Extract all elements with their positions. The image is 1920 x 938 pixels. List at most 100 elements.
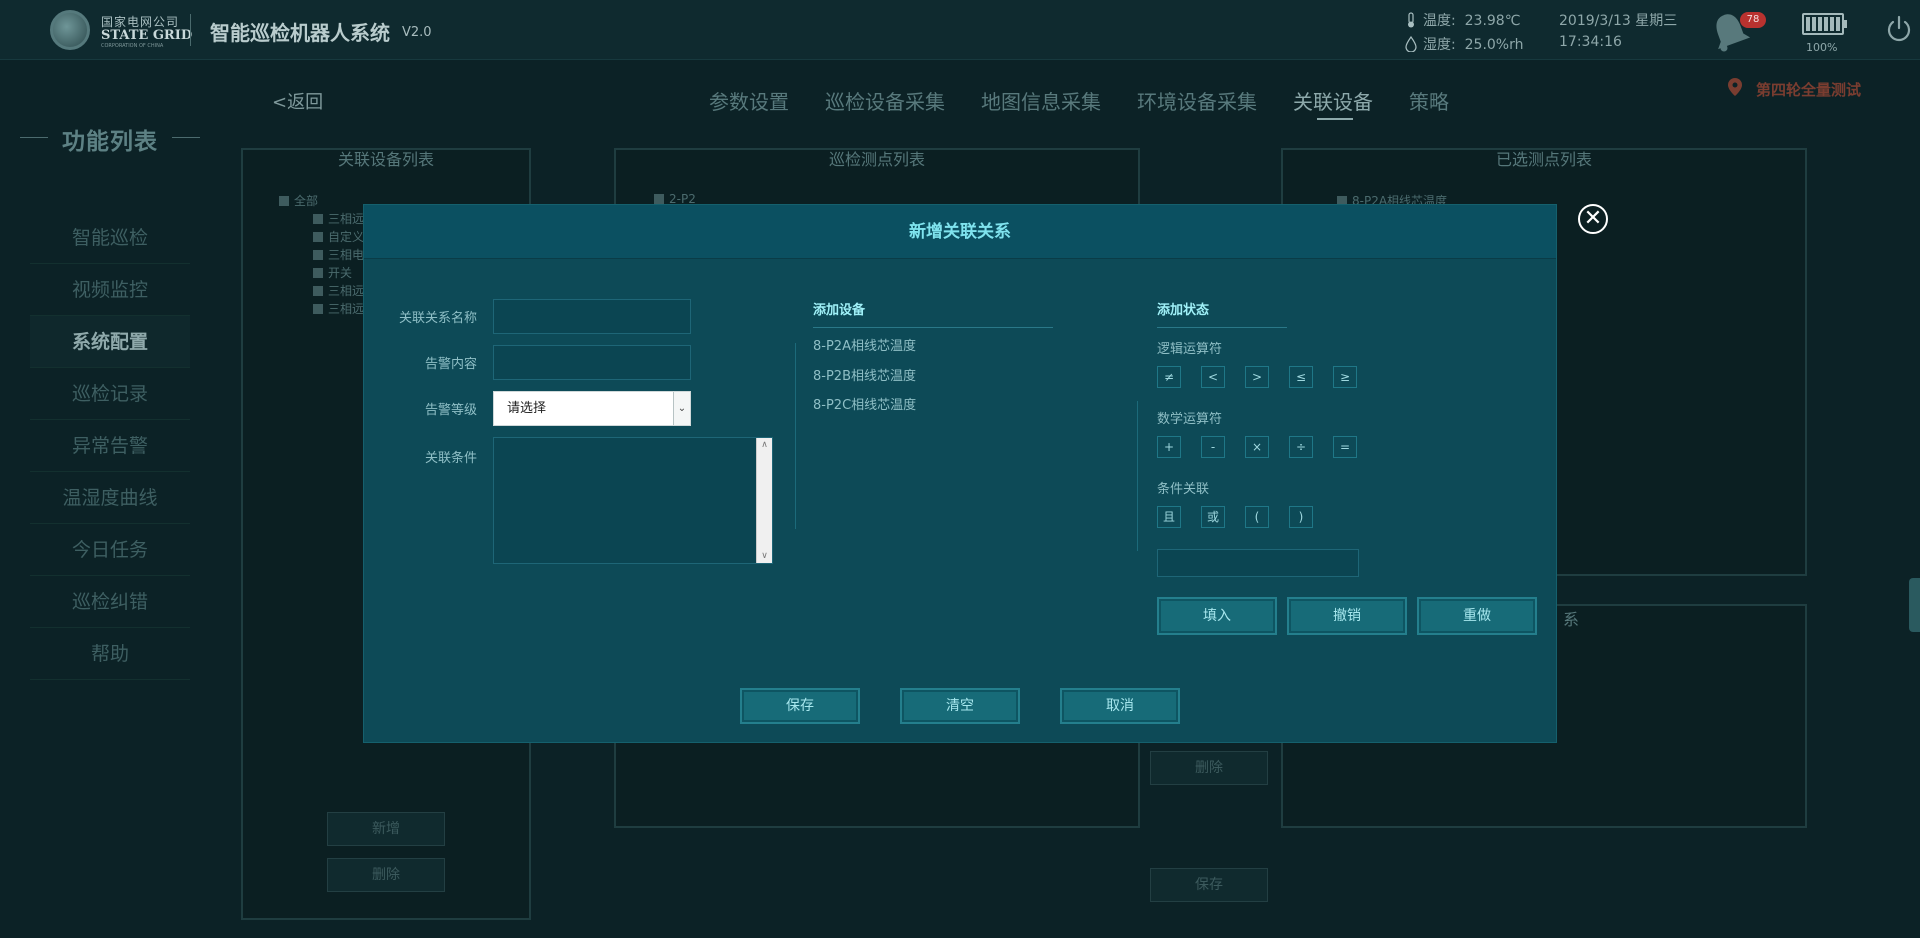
op-multiply-button[interactable]: ×	[1245, 436, 1269, 458]
alarm-content-label: 告警内容	[424, 357, 477, 372]
alarm-content-input[interactable]	[493, 345, 691, 380]
tree-root-label: 全部	[294, 194, 319, 208]
mid-save-button[interactable]: 保存	[1150, 868, 1268, 902]
op-right-paren-button[interactable]: )	[1289, 506, 1313, 528]
undo-button[interactable]: 撤销	[1287, 597, 1407, 635]
side-handle[interactable]	[1909, 578, 1920, 632]
tree-child[interactable]: 开关	[313, 264, 352, 281]
delete-button[interactable]: 删除	[327, 858, 445, 892]
op-plus-button[interactable]: +	[1157, 436, 1181, 458]
panel-title-inspection-points: 巡检测点列表	[828, 150, 925, 169]
op-or-button[interactable]: 或	[1201, 506, 1225, 528]
tree-child-label: 三相远	[328, 212, 365, 226]
battery-percent: 100%	[1806, 41, 1838, 54]
device-item[interactable]: 8-P2B相线芯温度	[813, 365, 916, 384]
math-operator-label: 数学运算符	[1157, 412, 1223, 427]
sidebar-item-inspection-records[interactable]: 巡检记录	[30, 368, 190, 420]
add-device-title: 添加设备	[813, 303, 866, 318]
temperature-label: 温度:	[1423, 13, 1456, 29]
op-less-than-button[interactable]: <	[1201, 366, 1225, 388]
alarm-level-selected: 请选择	[507, 401, 547, 416]
clear-button[interactable]: 清空	[900, 688, 1020, 724]
relation-name-label: 关联关系名称	[398, 311, 477, 326]
logo-sub-text: CORPORATION OF CHINA	[101, 43, 164, 49]
sidebar-item-temp-humidity-curve[interactable]: 温湿度曲线	[30, 472, 190, 524]
logo-en-text: STATE GRID	[101, 28, 193, 43]
date-text: 2019/3/13 星期三	[1559, 13, 1678, 29]
dialog-title: 新增关联关系	[909, 222, 1011, 242]
op-greater-than-button[interactable]: >	[1245, 366, 1269, 388]
tree-child[interactable]: 三相远	[313, 300, 364, 317]
tree-child[interactable]: 三相远	[313, 210, 364, 227]
tree-child-label: 开关	[328, 266, 353, 280]
tab-param-settings[interactable]: 参数设置	[709, 86, 789, 115]
sidebar-item-inspection-correction[interactable]: 巡检纠错	[30, 576, 190, 628]
tree-child-label: 三相远	[328, 284, 365, 298]
cancel-button[interactable]: 取消	[1060, 688, 1180, 724]
add-device-divider	[813, 327, 1053, 328]
mid-delete-button[interactable]: 删除	[1150, 751, 1268, 785]
tab-env-device-collect[interactable]: 环境设备采集	[1137, 86, 1257, 115]
sidebar-item-video-monitor[interactable]: 视频监控	[30, 264, 190, 316]
condition-textarea[interactable]: ∧ ∨	[493, 437, 773, 564]
top-bar: 国家电网公司 STATE GRID CORPORATION OF CHINA 智…	[0, 0, 1920, 60]
tab-strategy[interactable]: 策略	[1409, 86, 1449, 115]
back-link[interactable]: <返回	[272, 88, 323, 114]
alarm-level-select[interactable]: 请选择 ⌄	[493, 391, 691, 426]
textarea-scrollbar[interactable]: ∧ ∨	[756, 438, 772, 563]
sidebar-item-today-tasks[interactable]: 今日任务	[30, 524, 190, 576]
sidebar-item-help[interactable]: 帮助	[30, 628, 190, 680]
scroll-up-icon[interactable]: ∧	[757, 440, 772, 450]
op-greater-equal-button[interactable]: ≥	[1333, 366, 1357, 388]
scroll-down-icon[interactable]: ∨	[757, 551, 772, 561]
humidity-label: 湿度:	[1423, 37, 1456, 53]
op-equals-button[interactable]: =	[1333, 436, 1357, 458]
close-icon[interactable]: ✕	[1578, 204, 1608, 234]
location-text: 第四轮全量测试	[1756, 81, 1862, 99]
column-separator	[1137, 401, 1138, 551]
device-item[interactable]: 8-P2C相线芯温度	[813, 394, 916, 413]
panel-title-related-devices: 关联设备列表	[337, 150, 434, 169]
humidity-value: 25.0%rh	[1464, 37, 1524, 53]
redo-button[interactable]: 重做	[1417, 597, 1537, 635]
op-less-equal-button[interactable]: ≤	[1289, 366, 1313, 388]
op-minus-button[interactable]: -	[1201, 436, 1225, 458]
tab-inspection-device-collect[interactable]: 巡检设备采集	[825, 86, 945, 115]
op-left-paren-button[interactable]: (	[1245, 506, 1269, 528]
battery-icon	[1802, 13, 1847, 35]
system-version: V2.0	[402, 25, 432, 40]
tree-root[interactable]: 全部	[279, 192, 318, 209]
tab-map-info-collect[interactable]: 地图信息采集	[981, 86, 1101, 115]
fill-in-button[interactable]: 填入	[1157, 597, 1277, 635]
sidebar-header: 功能列表	[20, 122, 200, 155]
tab-related-devices[interactable]: 关联设备	[1293, 86, 1373, 115]
alarm-level-label: 告警等级	[424, 403, 477, 418]
save-button[interactable]: 保存	[740, 688, 860, 724]
tree-child-label: 三相电	[328, 248, 365, 262]
device-item[interactable]: 8-P2A相线芯温度	[813, 335, 916, 354]
tree-child[interactable]: 三相远	[313, 282, 364, 299]
sidebar-item-system-config[interactable]: 系统配置	[30, 316, 190, 368]
location-pin-icon	[1728, 78, 1742, 96]
condition-relation-label: 条件关联	[1157, 482, 1210, 497]
op-not-equal-button[interactable]: ≠	[1157, 366, 1181, 388]
power-icon[interactable]	[1884, 14, 1914, 44]
thermometer-icon	[1405, 12, 1417, 28]
op-and-button[interactable]: 且	[1157, 506, 1181, 528]
tree-child[interactable]: 三相电	[313, 246, 364, 263]
relation-name-input[interactable]	[493, 299, 691, 334]
sidebar-item-abnormal-alarm[interactable]: 异常告警	[30, 420, 190, 472]
sidebar-item-smart-inspection[interactable]: 智能巡检	[30, 212, 190, 264]
tree-child[interactable]: 自定义	[313, 228, 364, 245]
op-divide-button[interactable]: ÷	[1289, 436, 1313, 458]
system-title: 智能巡检机器人系统	[210, 21, 390, 45]
add-relation-dialog: 新增关联关系 关联关系名称 告警内容 告警等级 请选择 ⌄ 关联条件 ∧ ∨ 添…	[363, 204, 1557, 743]
chevron-down-icon[interactable]: ⌄	[673, 392, 690, 425]
humidity-readout: 湿度: 25.0%rh	[1405, 34, 1523, 54]
add-button[interactable]: 新增	[327, 812, 445, 846]
logic-operator-label: 逻辑运算符	[1157, 342, 1223, 357]
add-status-title: 添加状态	[1157, 303, 1210, 318]
status-input[interactable]	[1157, 549, 1359, 577]
alarm-count-badge[interactable]: 78	[1740, 12, 1766, 28]
logo-divider	[190, 14, 191, 46]
